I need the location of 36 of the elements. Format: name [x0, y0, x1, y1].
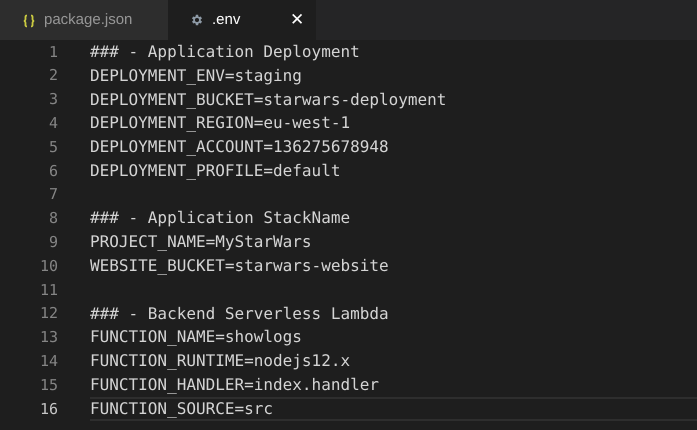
line-number: 4	[48, 113, 58, 134]
code-text: DEPLOYMENT_BUCKET=starwars-deployment	[90, 88, 446, 111]
code-text: FUNCTION_HANDLER=index.handler	[90, 374, 379, 396]
code-text: FUNCTION_SOURCE=src	[90, 398, 274, 420]
line-number: 6	[48, 160, 58, 182]
line-number: 13	[38, 327, 58, 348]
editor-tab[interactable]: package.json	[0, 0, 168, 40]
gear-icon	[190, 13, 204, 27]
code-text: ### - Application Deployment	[90, 40, 360, 63]
line-number: 9	[48, 232, 58, 254]
line-number: 5	[48, 136, 58, 158]
line-number: 10	[38, 256, 58, 277]
line-number: 14	[38, 351, 58, 372]
line-number: 7	[48, 184, 58, 206]
code-text: DEPLOYMENT_ENV=staging	[90, 64, 302, 87]
line-number: 12	[38, 303, 58, 324]
line-number: 11	[38, 280, 58, 301]
tab-label: .env	[212, 10, 242, 30]
line-number: 1	[48, 42, 58, 63]
line-number: 3	[48, 89, 58, 110]
code-text: DEPLOYMENT_PROFILE=default	[90, 160, 340, 182]
tab-label: package.json	[44, 10, 134, 30]
code-text: ### - Application StackName	[90, 207, 350, 230]
code-text: DEPLOYMENT_ACCOUNT=136275678948	[90, 136, 389, 158]
code-text: DEPLOYMENT_REGION=eu-west-1	[90, 112, 350, 134]
line-number: 8	[48, 208, 58, 230]
editor-tab[interactable]: .env ✕	[168, 0, 316, 40]
code-text: ### - Backend Serverless Lambda	[90, 302, 389, 325]
line-number: 16	[38, 398, 58, 420]
line-number: 15	[38, 374, 58, 396]
code-text: FUNCTION_RUNTIME=nodejs12.x	[90, 350, 350, 372]
code-text: WEBSITE_BUCKET=starwars-website	[90, 255, 389, 278]
code-text: FUNCTION_NAME=showlogs	[90, 326, 302, 348]
line-number: 2	[48, 65, 58, 86]
code-text: PROJECT_NAME=MyStarWars	[90, 231, 312, 254]
close-icon[interactable]: ✕	[290, 7, 304, 33]
